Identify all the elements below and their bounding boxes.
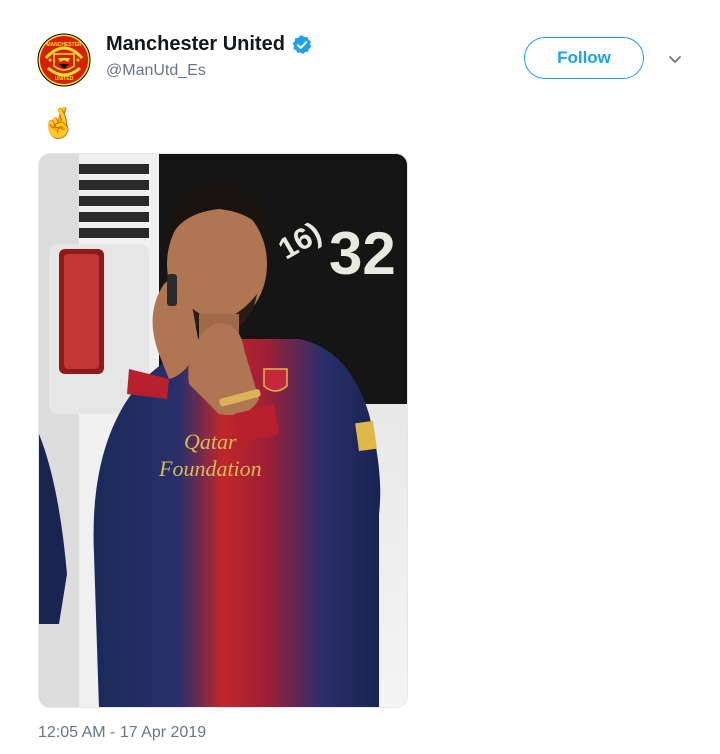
follow-button[interactable]: Follow: [524, 37, 644, 79]
vehicle-number: 32: [329, 220, 396, 287]
tweet-timestamp[interactable]: 12:05 AM - 17 Apr 2019: [38, 724, 206, 742]
tweet-photo[interactable]: 32 16) Qatar Foundation: [38, 153, 408, 708]
verified-badge-icon: [292, 34, 312, 54]
crest-text-bottom: UNITED: [55, 76, 74, 82]
account-handle[interactable]: @ManUtd_Es: [106, 62, 206, 80]
tweet-card: MANCHESTER UNITED Manchester United @Man…: [0, 0, 720, 754]
jersey-sponsor-line2: Foundation: [158, 456, 262, 481]
chevron-down-icon[interactable]: [664, 50, 686, 70]
manchester-united-crest-icon: MANCHESTER UNITED: [36, 32, 92, 88]
account-name-row[interactable]: Manchester United: [106, 33, 313, 56]
avatar[interactable]: MANCHESTER UNITED: [36, 32, 92, 88]
photo-image: 32 16) Qatar Foundation: [39, 154, 407, 707]
display-name[interactable]: Manchester United: [106, 33, 285, 56]
tweet-text: 🤞: [40, 106, 78, 141]
crest-text-top: MANCHESTER: [46, 42, 82, 48]
jersey-sponsor-line1: Qatar: [184, 429, 237, 454]
